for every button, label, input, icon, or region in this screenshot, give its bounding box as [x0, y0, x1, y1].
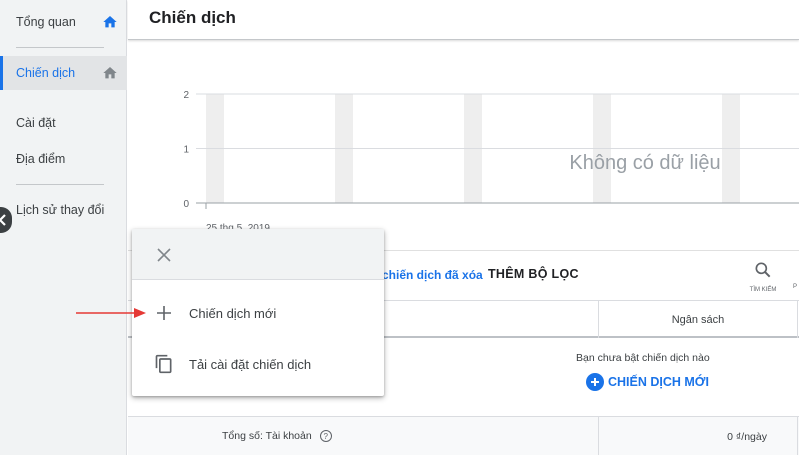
close-icon[interactable] — [154, 245, 174, 265]
totals-row: Tổng số: Tài khoản ? 0 ₫/ngày — [128, 416, 799, 455]
search-button[interactable]: TÌM KIẾM — [748, 260, 778, 293]
new-campaign-menu: Chiến dịch mới Tải cài đặt chiến dịch — [132, 229, 384, 396]
column-header-budget[interactable]: Ngân sách — [598, 301, 798, 338]
copy-icon — [153, 353, 175, 375]
new-campaign-button[interactable]: CHIẾN DỊCH MỚI — [586, 373, 709, 391]
sidebar-divider — [16, 184, 104, 185]
home-icon — [103, 16, 117, 28]
chart-y-tick-label: 1 — [183, 145, 189, 156]
menu-item-label: Tải cài đặt chiến dịch — [189, 356, 312, 372]
menu-header — [132, 229, 384, 280]
totals-label-wrap: Tổng số: Tài khoản ? — [222, 430, 332, 442]
plus-icon — [153, 302, 175, 324]
chart-y-tick-label: 0 — [183, 199, 189, 210]
home-icon — [103, 67, 117, 79]
sidebar-item-campaigns[interactable]: Chiến dịch — [0, 56, 127, 90]
performance-chart: 210 25 thg 5, 2019 Không có dữ liệu — [128, 41, 799, 250]
totals-budget: 0 ₫/ngày — [598, 417, 798, 455]
page-header: Chiến dịch — [128, 0, 799, 40]
sidebar-item-change-history[interactable]: Lịch sử thay đổi — [0, 193, 127, 227]
sidebar-item-label: Cài đặt — [16, 116, 56, 130]
sidebar-item-locations[interactable]: Địa điểm — [0, 142, 127, 176]
sidebar-item-settings[interactable]: Cài đặt — [0, 106, 127, 140]
new-campaign-label: CHIẾN DỊCH MỚI — [608, 375, 709, 389]
sidebar-item-label: Tổng quan — [16, 15, 76, 29]
chart-svg: 210 25 thg 5, 2019 Không có dữ liệu — [183, 90, 799, 234]
sidebar-divider — [16, 47, 104, 48]
add-filter-button[interactable]: THÊM BỘ LỌC — [488, 267, 579, 281]
search-label: TÌM KIẾM — [749, 287, 777, 293]
page-title: Chiến dịch — [149, 8, 236, 27]
filter-chip-removed-campaigns[interactable]: chiến dịch đã xóa — [382, 268, 483, 282]
search-icon — [755, 262, 771, 278]
help-icon[interactable]: ? — [319, 430, 332, 442]
empty-message: Bạn chưa bật chiến dịch nào — [576, 352, 710, 364]
toolbar-extra-label[interactable]: P — [793, 284, 797, 290]
sidebar-item-label: Chiến dịch — [16, 66, 76, 80]
sidebar-item-overview[interactable]: Tổng quan — [0, 5, 127, 39]
menu-item-load-campaign-settings[interactable]: Tải cài đặt chiến dịch — [132, 343, 384, 385]
chevron-left-icon — [0, 214, 6, 226]
totals-label: Tổng số: Tài khoản — [222, 430, 312, 442]
menu-item-label: Chiến dịch mới — [189, 305, 277, 321]
plus-circle-icon — [586, 373, 604, 391]
chart-y-tick-label: 2 — [183, 90, 189, 101]
menu-item-new-campaign[interactable]: Chiến dịch mới — [132, 292, 384, 334]
sidebar-item-label: Lịch sử thay đổi — [16, 203, 105, 217]
sidebar-item-label: Địa điểm — [16, 152, 66, 166]
sidebar: Tổng quan Chiến dịch Cài đặt Địa điểm Lị… — [0, 0, 127, 455]
annotation-arrow-icon — [76, 308, 146, 318]
chart-empty-message: Không có dữ liệu — [569, 152, 720, 174]
